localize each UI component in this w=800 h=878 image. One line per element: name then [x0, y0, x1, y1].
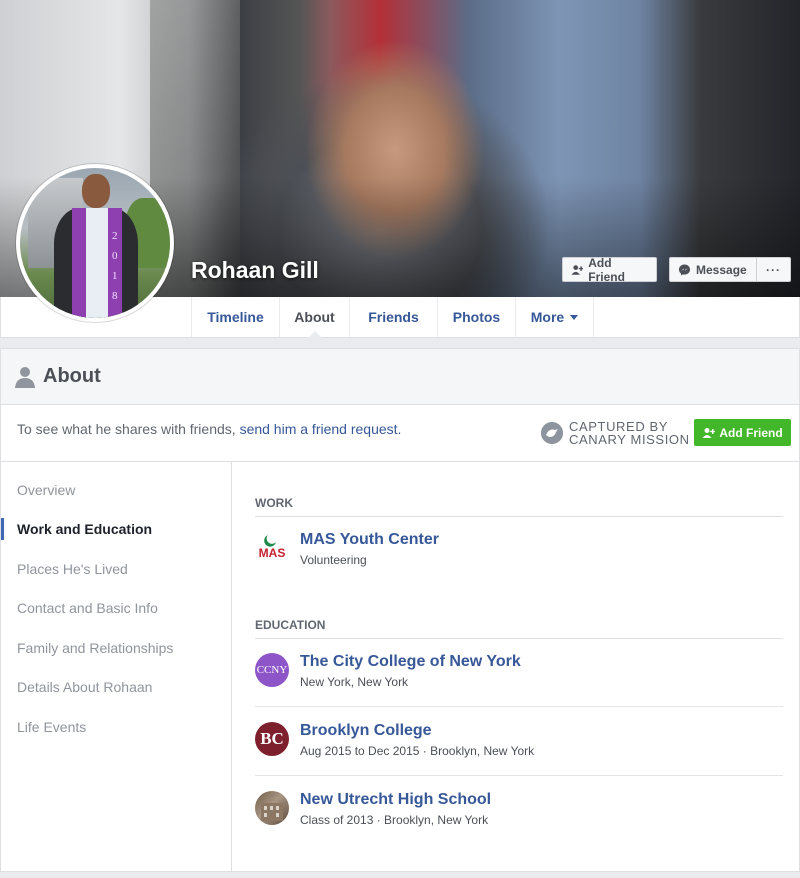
tab-friends[interactable]: Friends [349, 297, 437, 337]
canary-line2: CANARY MISSION [569, 432, 690, 447]
brooklyn-college-logo[interactable]: BC [255, 722, 289, 756]
divider [255, 706, 783, 707]
work-entry: MAS MAS Youth Center Volunteering [255, 531, 783, 591]
tab-more[interactable]: More [515, 297, 594, 337]
more-options-button[interactable]: ··· [756, 257, 791, 282]
school-building-icon [261, 803, 283, 821]
stole-year-digit: 0 [112, 250, 118, 262]
caret-down-icon [570, 314, 579, 320]
about-title: About [43, 365, 101, 387]
about-header: About [1, 349, 799, 405]
stole-year: 2 0 1 8 [112, 226, 120, 306]
photo-head [82, 174, 110, 208]
tab-about[interactable]: About [279, 297, 349, 338]
education-name[interactable]: New Utrecht High School [300, 791, 491, 809]
ccny-logo[interactable]: CCNY [255, 653, 289, 687]
more-options-icon: ··· [766, 262, 781, 277]
education-entry: New Utrecht High School Class of 2013 · … [255, 791, 783, 851]
add-friend-icon [702, 427, 716, 438]
stole-year-digit: 8 [112, 290, 118, 302]
tab-timeline[interactable]: Timeline [191, 297, 279, 337]
about-sidebar: Overview Work and Education Places He's … [1, 462, 232, 871]
work-education-content: WORK MAS MAS Youth Center Volunteering E… [255, 462, 783, 871]
education-entry: BC Brooklyn College Aug 2015 to Dec 2015… [255, 722, 783, 782]
sidebar-item-places[interactable]: Places He's Lived [17, 561, 128, 577]
divider [255, 775, 783, 776]
sidebar-item-work-education[interactable]: Work and Education [17, 521, 152, 537]
education-name[interactable]: Brooklyn College [300, 722, 432, 740]
profile-tabs: Timeline About Friends Photos More [191, 297, 594, 338]
add-friend-button[interactable]: Add Friend [562, 255, 657, 284]
add-friend-green-label: Add Friend [719, 425, 783, 440]
work-section-title: WORK [255, 496, 783, 517]
notice-text-plain: To see what he shares with friends, [17, 421, 240, 437]
sidebar-item-contact[interactable]: Contact and Basic Info [17, 600, 158, 616]
canary-mission-watermark: CAPTURED BY CANARY MISSION [541, 420, 690, 446]
send-friend-request-link[interactable]: send him a friend request. [240, 421, 402, 437]
new-utrecht-logo[interactable] [255, 791, 289, 825]
profile-picture[interactable]: 2 0 1 8 [16, 164, 174, 322]
tab-photos[interactable]: Photos [437, 297, 515, 337]
notice-text: To see what he shares with friends, send… [17, 421, 401, 437]
add-friend-green-button[interactable]: Add Friend [694, 419, 791, 446]
profile-photo: 2 0 1 8 [20, 168, 170, 318]
ccny-logo-text: CCNY [256, 664, 288, 676]
mas-logo[interactable]: MAS [255, 531, 289, 565]
stole-year-digit: 2 [112, 230, 118, 242]
tab-more-label: More [530, 309, 565, 325]
sidebar-item-family[interactable]: Family and Relationships [17, 640, 173, 656]
education-detail: Class of 2013 · Brooklyn, New York [300, 813, 489, 827]
canary-bird-icon [541, 422, 563, 444]
add-friend-label: Add Friend [588, 255, 625, 284]
mas-logo-text: MAS [259, 546, 286, 560]
message-label: Message [696, 262, 747, 277]
message-button[interactable]: Message [669, 257, 757, 282]
friend-request-notice: To see what he shares with friends, send… [1, 405, 799, 462]
sidebar-item-details[interactable]: Details About Rohaan [17, 679, 152, 695]
canary-text: CAPTURED BY CANARY MISSION [569, 420, 690, 446]
mas-logo-icon: MAS [259, 535, 286, 560]
add-friend-icon [571, 264, 584, 275]
active-indicator [1, 518, 4, 540]
bc-logo-text: BC [260, 729, 284, 748]
education-section-title: EDUCATION [255, 618, 783, 639]
messenger-icon [678, 263, 691, 276]
stole-year-digit: 1 [112, 270, 118, 282]
about-section: About To see what he shares with friends… [0, 348, 800, 872]
education-detail: Aug 2015 to Dec 2015 · Brooklyn, New Yor… [300, 744, 535, 758]
profile-name[interactable]: Rohaan Gill [191, 257, 319, 284]
work-detail: Volunteering [300, 553, 367, 567]
sidebar-item-life-events[interactable]: Life Events [17, 719, 86, 735]
person-icon [15, 366, 35, 388]
education-detail: New York, New York [300, 675, 409, 689]
education-entry: CCNY The City College of New York New Yo… [255, 653, 783, 713]
education-name[interactable]: The City College of New York [300, 653, 521, 671]
sidebar-item-overview[interactable]: Overview [17, 482, 75, 498]
work-name[interactable]: MAS Youth Center [300, 531, 439, 549]
